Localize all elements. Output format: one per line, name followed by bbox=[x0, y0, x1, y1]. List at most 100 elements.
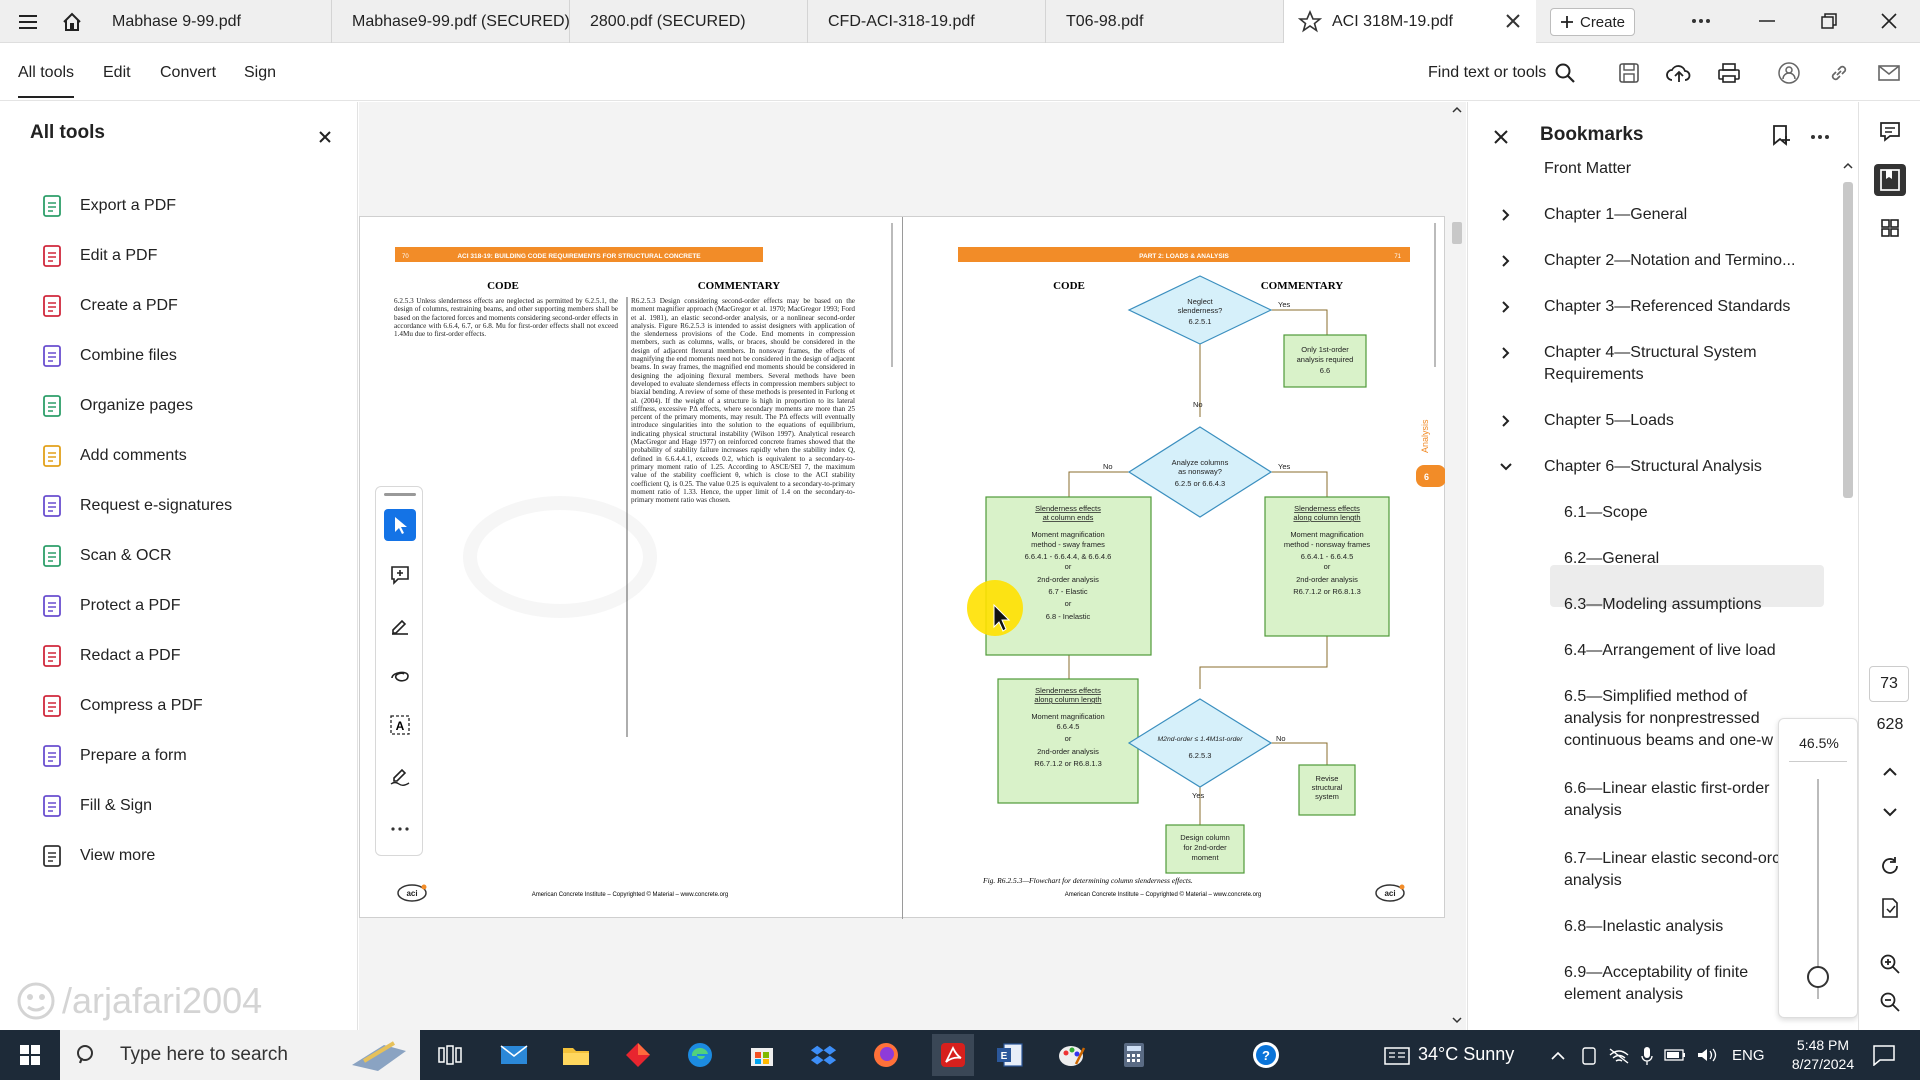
bookmark-chapter-3-referenced-standards[interactable]: Chapter 3—Referenced Standards bbox=[1544, 296, 1842, 318]
acrobat-taskbar-icon[interactable] bbox=[932, 1034, 974, 1076]
menu-convert[interactable]: Convert bbox=[160, 64, 216, 82]
close-tab-icon[interactable] bbox=[1504, 12, 1522, 30]
rotate-icon[interactable] bbox=[1874, 850, 1906, 882]
share-user-icon[interactable] bbox=[1776, 60, 1802, 86]
tab-aci-318m-19[interactable]: ACI 318M-19.pdf bbox=[1284, 0, 1536, 44]
mail-app-icon[interactable] bbox=[498, 1039, 530, 1071]
home-icon[interactable] bbox=[56, 6, 88, 38]
comments-icon[interactable] bbox=[1874, 116, 1906, 148]
show-hidden-icons-icon[interactable] bbox=[1550, 1049, 1566, 1061]
tool-prepare-a-form[interactable]: Prepare a form bbox=[40, 741, 187, 771]
toolbar-grip[interactable] bbox=[384, 493, 416, 496]
bookmark-chapter-4-structural-system[interactable]: Chapter 4—Structural System Requirements bbox=[1544, 342, 1842, 386]
minimize-icon[interactable] bbox=[1752, 8, 1782, 34]
add-bookmark-icon[interactable] bbox=[1770, 124, 1792, 148]
expand-chevron-icon[interactable] bbox=[1498, 413, 1514, 429]
expand-chevron-icon[interactable] bbox=[1498, 253, 1514, 269]
tool-organize-pages[interactable]: Organize pages bbox=[40, 391, 193, 421]
email-icon[interactable] bbox=[1876, 60, 1902, 86]
zoom-in-icon[interactable] bbox=[1874, 948, 1906, 980]
collapse-chevron-icon[interactable] bbox=[1498, 459, 1514, 475]
tab-mabhase9-99-secured[interactable]: Mabhase9-99.pdf (SECURED) bbox=[332, 0, 570, 43]
tool-edit-a-pdf[interactable]: Edit a PDF bbox=[40, 241, 157, 271]
more-tools-icon[interactable] bbox=[384, 813, 416, 845]
taskbar-search-box[interactable]: Type here to search bbox=[60, 1030, 420, 1080]
create-button[interactable]: Create bbox=[1550, 8, 1635, 36]
zoom-slider-thumb[interactable] bbox=[1807, 965, 1829, 988]
bookmark-chapter-1-general[interactable]: Chapter 1—General bbox=[1544, 204, 1842, 226]
bookmarks-rail-icon[interactable] bbox=[1874, 164, 1906, 196]
weather-news-icon[interactable] bbox=[1384, 1047, 1410, 1065]
help-app-icon[interactable]: ? bbox=[1250, 1039, 1282, 1071]
add-comment-icon[interactable] bbox=[384, 559, 416, 591]
print-icon[interactable] bbox=[1716, 60, 1742, 86]
zoom-out-icon[interactable] bbox=[1874, 986, 1906, 1018]
tool-add-comments[interactable]: Add comments bbox=[40, 441, 187, 471]
search-icon[interactable] bbox=[1552, 60, 1578, 86]
bookmark-6-3-modeling-assumptions[interactable]: 6.3—Modeling assumptions bbox=[1564, 594, 1842, 616]
bookmark-front-matter[interactable]: Front Matter bbox=[1544, 158, 1842, 180]
paint-app-icon[interactable] bbox=[1056, 1039, 1088, 1071]
device-icon[interactable] bbox=[1580, 1047, 1598, 1065]
firefox-icon[interactable] bbox=[870, 1039, 902, 1071]
tool-view-more[interactable]: View more bbox=[40, 841, 155, 871]
close-panel-icon[interactable] bbox=[314, 126, 336, 148]
weather-text[interactable]: 34°C Sunny bbox=[1418, 1044, 1514, 1065]
page-display-icon[interactable] bbox=[1874, 892, 1906, 924]
battery-icon[interactable] bbox=[1664, 1049, 1686, 1061]
tab-t06-98[interactable]: T06-98.pdf bbox=[1046, 0, 1284, 43]
zoom-value[interactable]: 46.5% bbox=[1779, 735, 1859, 751]
document-viewer[interactable]: 70 ACI 318-19: BUILDING CODE REQUIREMENT… bbox=[359, 102, 1466, 1030]
expand-chevron-icon[interactable] bbox=[1498, 207, 1514, 223]
tool-export-a-pdf[interactable]: Export a PDF bbox=[40, 191, 176, 221]
bookmark-chapter-5-loads[interactable]: Chapter 5—Loads bbox=[1544, 410, 1842, 432]
select-tool-icon[interactable] bbox=[384, 509, 416, 541]
bookmark-6-1-scope[interactable]: 6.1—Scope bbox=[1564, 502, 1842, 524]
windows-start-icon[interactable] bbox=[14, 1039, 46, 1071]
menu-sign[interactable]: Sign bbox=[244, 64, 276, 82]
tool-compress-a-pdf[interactable]: Compress a PDF bbox=[40, 691, 203, 721]
tool-scan-ocr[interactable]: Scan & OCR bbox=[40, 541, 172, 571]
dropbox-icon[interactable] bbox=[808, 1039, 840, 1071]
document-scrollbar[interactable] bbox=[1449, 102, 1465, 1030]
thumbnails-grid-icon[interactable] bbox=[1874, 212, 1906, 244]
tab-2800-secured[interactable]: 2800.pdf (SECURED) bbox=[570, 0, 808, 43]
microphone-icon[interactable] bbox=[1640, 1046, 1654, 1066]
link-icon[interactable] bbox=[1826, 60, 1852, 86]
freehand-draw-icon[interactable] bbox=[384, 659, 416, 691]
save-icon[interactable] bbox=[1616, 60, 1642, 86]
calculator-icon[interactable] bbox=[1118, 1039, 1150, 1071]
bookmark-chapter-6-structural-analysis[interactable]: Chapter 6—Structural Analysis bbox=[1544, 456, 1842, 478]
find-text-or-tools[interactable]: Find text or tools bbox=[1428, 64, 1546, 82]
volume-icon[interactable] bbox=[1696, 1046, 1718, 1064]
tool-redact-a-pdf[interactable]: Redact a PDF bbox=[40, 641, 180, 671]
tab-cfd-aci-318-19[interactable]: CFD-ACI-318-19.pdf bbox=[808, 0, 1046, 43]
language-indicator[interactable]: ENG bbox=[1732, 1047, 1765, 1064]
clock[interactable]: 5:48 PM 8/27/2024 bbox=[1778, 1036, 1868, 1074]
upload-cloud-icon[interactable] bbox=[1666, 60, 1692, 86]
expand-chevron-icon[interactable] bbox=[1498, 345, 1514, 361]
menu-edit[interactable]: Edit bbox=[103, 64, 131, 82]
text-box-icon[interactable]: A bbox=[384, 709, 416, 741]
bookmark-6-4-arrangement-of-live-load[interactable]: 6.4—Arrangement of live load bbox=[1564, 640, 1842, 662]
previous-page-icon[interactable] bbox=[1874, 756, 1906, 788]
tab-mabhase-9-99[interactable]: Mabhase 9-99.pdf bbox=[92, 0, 332, 43]
tool-request-e-signatures[interactable]: Request e-signatures bbox=[40, 491, 232, 521]
hamburger-menu-icon[interactable] bbox=[12, 6, 44, 38]
notification-center-icon[interactable] bbox=[1872, 1044, 1896, 1066]
word-doc-app-icon[interactable]: E bbox=[994, 1039, 1026, 1071]
task-view-icon[interactable] bbox=[434, 1039, 466, 1071]
file-explorer-icon[interactable] bbox=[560, 1039, 592, 1071]
menu-all-tools[interactable]: All tools bbox=[18, 64, 75, 98]
edge-browser-icon[interactable] bbox=[684, 1039, 716, 1071]
red-diamond-app-icon[interactable] bbox=[622, 1039, 654, 1071]
tool-combine-files[interactable]: Combine files bbox=[40, 341, 177, 371]
star-icon[interactable] bbox=[1298, 10, 1322, 34]
microsoft-store-icon[interactable] bbox=[746, 1039, 778, 1071]
network-icon[interactable] bbox=[1608, 1047, 1630, 1065]
next-page-icon[interactable] bbox=[1874, 796, 1906, 828]
close-window-icon[interactable] bbox=[1874, 8, 1904, 34]
restore-icon[interactable] bbox=[1814, 8, 1844, 34]
bookmark-6-2-general[interactable]: 6.2—General bbox=[1564, 548, 1842, 570]
bookmark-options-icon[interactable] bbox=[1810, 134, 1830, 140]
